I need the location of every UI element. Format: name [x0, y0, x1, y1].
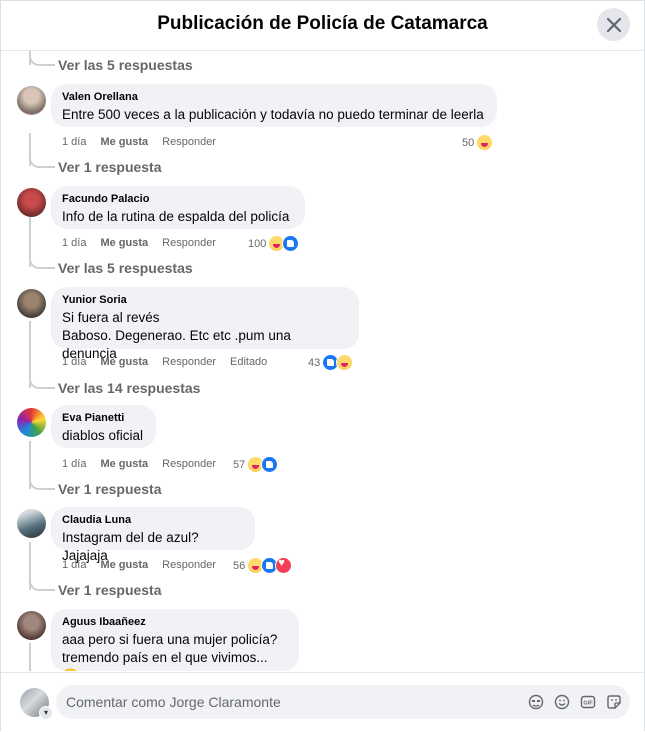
comment-author[interactable]: Eva Pianetti [62, 412, 144, 424]
haha-icon [336, 354, 354, 371]
thread-connector [29, 373, 55, 389]
comment-actions: 1 día Me gusta Responder [62, 559, 216, 571]
comment-actions: 1 día Me gusta Responder Editado [62, 356, 267, 368]
comment-bubble: Yunior Soria Si fuera al revés Baboso. D… [51, 287, 359, 361]
avatar[interactable] [17, 611, 46, 640]
comment-text: diablos oficial [62, 428, 144, 443]
reply-button[interactable]: Responder [162, 458, 216, 470]
comment-author[interactable]: Yunior Soria [62, 294, 347, 306]
dialog-header: Publicación de Policía de Catamarca [1, 1, 644, 51]
like-button[interactable]: Me gusta [100, 237, 148, 249]
comment-bubble: Valen Orellana Entre 500 veces a la publ… [51, 84, 497, 127]
comment-input[interactable] [56, 685, 516, 719]
comment-text: Entre 500 veces a la publicación y todav… [62, 107, 484, 122]
like-button[interactable]: Me gusta [100, 559, 148, 571]
comments-list[interactable]: Ver las 5 respuestas Valen Orellana Entr… [1, 51, 644, 671]
comment-actions: 1 día Me gusta Responder [62, 237, 216, 249]
avatar[interactable] [17, 408, 46, 437]
like-icon [282, 235, 300, 252]
comment-time[interactable]: 1 día [62, 559, 86, 571]
dialog-title: Publicación de Policía de Catamarca [157, 13, 488, 34]
comment-text: tremendo país en el que vivimos... 😔 [62, 650, 268, 671]
svg-text:GIF: GIF [583, 700, 593, 706]
thread-connector [29, 575, 55, 591]
haha-icon [476, 134, 494, 151]
comment-time[interactable]: 1 día [62, 237, 86, 249]
comment-author[interactable]: Facundo Palacio [62, 193, 293, 205]
thread-connector [29, 253, 55, 269]
comment-bubble: Eva Pianetti diablos oficial [51, 405, 156, 448]
like-button[interactable]: Me gusta [100, 136, 148, 148]
reaction-count: 50 [462, 136, 475, 149]
comment-composer-bar: ▾ GIF [1, 672, 644, 732]
avatar[interactable] [17, 509, 46, 538]
comment-text: aaa pero si fuera una mujer policía? [62, 632, 278, 647]
comment-time[interactable]: 1 día [62, 136, 86, 148]
comment-time[interactable]: 1 día [62, 356, 86, 368]
view-replies-link[interactable]: Ver las 5 respuestas [29, 51, 193, 73]
comment-text: Si fuera al revés [62, 310, 160, 325]
comment-bubble: Aguus Ibaañeez aaa pero si fuera una muj… [51, 609, 299, 671]
comment-actions: 1 día Me gusta Responder [62, 136, 216, 148]
view-replies-link[interactable]: Ver 1 respuesta [29, 474, 162, 497]
like-icon [261, 456, 279, 473]
comment-author[interactable]: Claudia Luna [62, 514, 243, 526]
comment-actions: 1 día Me gusta Responder [62, 458, 216, 470]
gif-icon[interactable]: GIF [579, 693, 596, 710]
thread-connector [29, 152, 55, 168]
reply-button[interactable]: Responder [162, 136, 216, 148]
comment-bubble: Claudia Luna Instagram del de azul? Jaja… [51, 507, 255, 563]
close-button[interactable] [597, 8, 630, 41]
sticker-icon[interactable] [605, 693, 622, 710]
like-button[interactable]: Me gusta [100, 356, 148, 368]
reaction-count: 100 [248, 237, 267, 250]
comment-author[interactable]: Valen Orellana [62, 91, 485, 103]
comment-author[interactable]: Aguus Ibaañeez [62, 616, 287, 628]
avatar[interactable] [17, 86, 46, 115]
comment-time[interactable]: 1 día [62, 458, 86, 470]
thread-connector [29, 51, 55, 66]
view-replies-link[interactable]: Ver 1 respuesta [29, 152, 162, 175]
reply-button[interactable]: Responder [162, 559, 216, 571]
thread-connector [29, 474, 55, 490]
composer-tools: GIF [527, 693, 622, 710]
avatar[interactable] [17, 289, 46, 318]
chevron-down-icon[interactable]: ▾ [39, 706, 53, 720]
view-replies-link[interactable]: Ver las 14 respuestas [29, 373, 200, 396]
view-replies-link[interactable]: Ver 1 respuesta [29, 575, 162, 598]
reaction-summary[interactable]: 50 [462, 134, 494, 151]
post-dialog: Publicación de Policía de Catamarca Ver … [0, 0, 645, 732]
view-replies-link[interactable]: Ver las 5 respuestas [29, 253, 193, 276]
like-button[interactable]: Me gusta [100, 458, 148, 470]
edited-label[interactable]: Editado [230, 356, 267, 368]
reaction-count: 56 [233, 559, 246, 572]
close-icon [606, 17, 621, 32]
reaction-summary[interactable]: 43 [308, 354, 354, 371]
avatar-sticker-icon[interactable] [527, 693, 544, 710]
thread-line [29, 643, 31, 671]
reaction-count: 43 [308, 356, 321, 369]
reaction-summary[interactable]: 100 [248, 235, 300, 252]
comment-composer[interactable]: GIF [56, 685, 630, 719]
love-icon [275, 557, 293, 574]
comment-bubble: Facundo Palacio Info de la rutina de esp… [51, 186, 305, 229]
comment-text: Info de la rutina de espalda del policía [62, 209, 290, 224]
reply-button[interactable]: Responder [162, 237, 216, 249]
emoji-icon[interactable] [553, 693, 570, 710]
reaction-summary[interactable]: 57 [233, 456, 279, 473]
reaction-count: 57 [233, 458, 246, 471]
reply-button[interactable]: Responder [162, 356, 216, 368]
avatar[interactable] [17, 188, 46, 217]
reaction-summary[interactable]: 56 [233, 557, 293, 574]
